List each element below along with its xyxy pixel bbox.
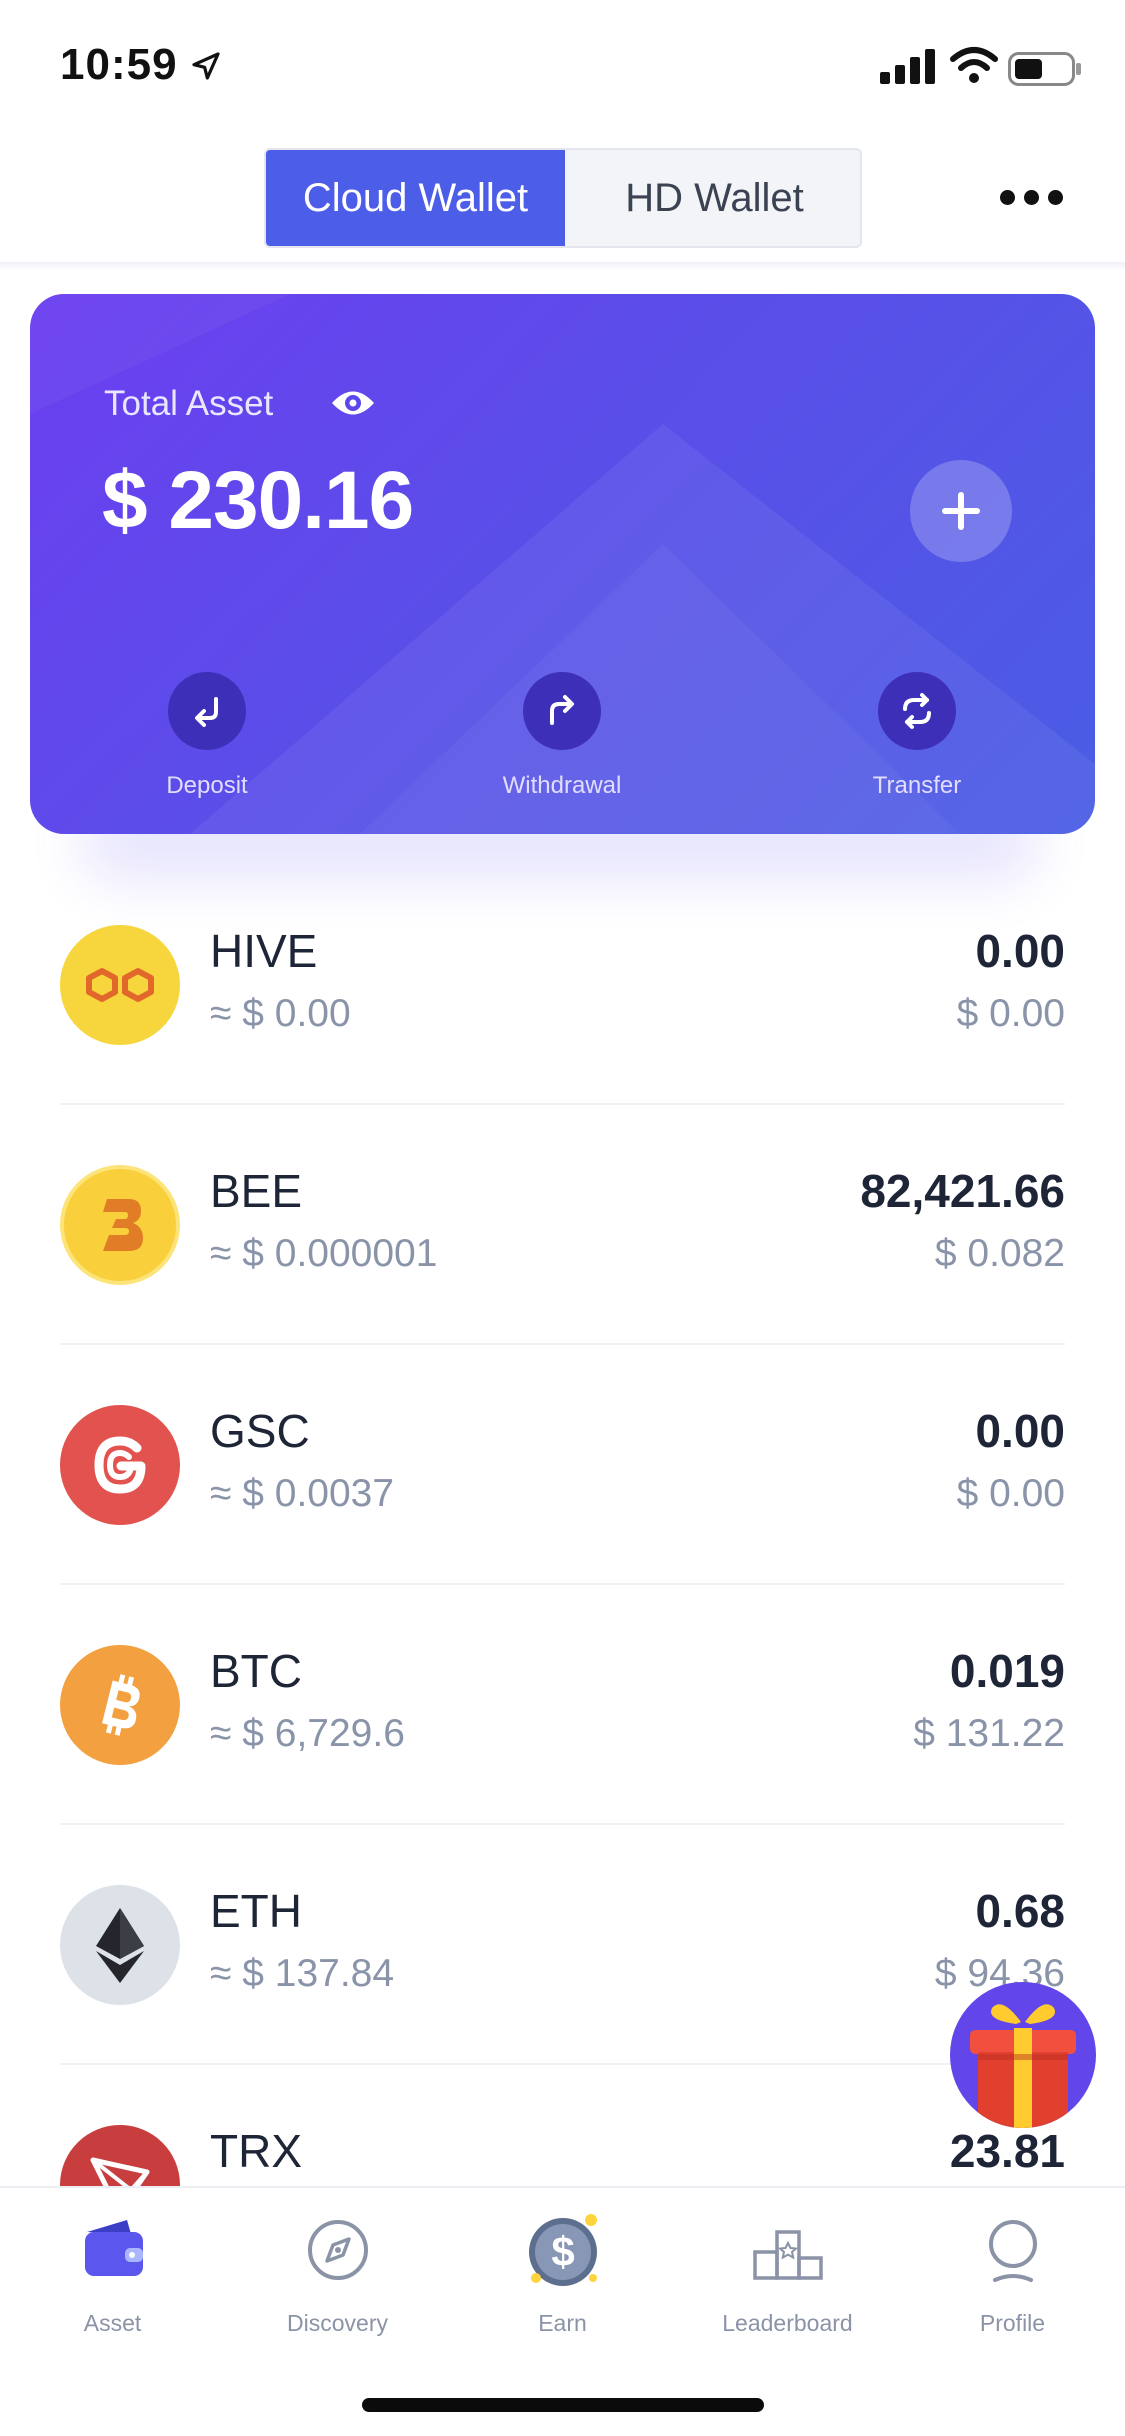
wifi-icon: [950, 47, 998, 83]
gift-box-icon: [970, 2004, 1076, 2128]
coin-value: $ 131.22: [913, 1712, 1065, 1755]
withdrawal-arrow-icon: [550, 695, 574, 725]
coin-symbol: ETH: [210, 1885, 302, 1937]
coin-row-hive[interactable]: HIVE ≈ $ 0.00 0.00 $ 0.00: [0, 880, 1125, 1120]
coin-price: ≈ $ 0.0037: [210, 1472, 395, 1515]
tab-label-profile: Profile: [979, 2310, 1046, 2336]
tab-profile[interactable]: Profile: [900, 2210, 1125, 2337]
coin-value: $ 0.082: [934, 1232, 1065, 1275]
transfer-button[interactable]: Transfer: [817, 672, 1017, 800]
coin-price: ≈ $ 137.84: [210, 1952, 395, 1995]
tab-label-asset: Asset: [83, 2310, 142, 2336]
dollar-coin-icon: $: [528, 2214, 597, 2286]
coin-row-btc[interactable]: BTC ≈ $ 6,729.6 0.019 $ 131.22: [0, 1600, 1125, 1840]
tab-leaderboard[interactable]: Leaderboard: [675, 2210, 900, 2337]
coin-symbol: BTC: [210, 1645, 302, 1697]
gift-button[interactable]: [950, 1982, 1096, 2128]
coin-amount: 0.00: [975, 925, 1065, 977]
hive-logo-icon: [60, 925, 180, 1045]
plus-icon: [942, 492, 980, 530]
tab-asset[interactable]: Asset: [0, 2210, 225, 2337]
compass-icon: [307, 2220, 368, 2280]
coin-price: ≈ $ 6,729.6: [210, 1712, 405, 1755]
row-divider: [60, 1583, 1065, 1585]
transfer-cycle-icon: [903, 693, 931, 729]
bee-logo-icon: [60, 1165, 180, 1285]
coin-amount: 0.019: [949, 1645, 1065, 1697]
row-divider: [60, 2063, 1065, 2065]
cellular-signal-icon: [880, 49, 935, 84]
ethereum-logo-icon: [60, 1885, 180, 2005]
header-divider: [0, 262, 1125, 270]
tab-label-discovery: Discovery: [287, 2310, 388, 2336]
bitcoin-logo-icon: [60, 1645, 180, 1765]
coin-symbol: HIVE: [210, 925, 318, 977]
coin-value: $ 0.00: [956, 992, 1065, 1035]
profile-icon: [988, 2220, 1037, 2282]
row-divider: [60, 1343, 1065, 1345]
total-asset-label: Total Asset: [104, 384, 274, 423]
deposit-arrow-icon: [195, 697, 218, 727]
coin-row-trx[interactable]: TRX 23.81: [0, 2080, 1125, 2186]
coin-symbol: BEE: [210, 1165, 303, 1217]
deposit-circle: [168, 672, 246, 750]
coin-amount: 82,421.66: [860, 1165, 1065, 1217]
wallet-segmented-control: Cloud Wallet HD Wallet: [264, 148, 862, 248]
deposit-button[interactable]: Deposit: [107, 672, 307, 800]
eye-icon[interactable]: [330, 386, 376, 420]
wallet-icon: [84, 2220, 143, 2276]
coin-price: ≈ $ 0.00: [210, 992, 351, 1035]
tab-label-earn: Earn: [538, 2310, 587, 2336]
transfer-label: Transfer: [872, 772, 962, 799]
more-dot-icon: [1023, 189, 1039, 205]
coin-price: ≈ $ 0.000001: [210, 1232, 438, 1275]
withdrawal-label: Withdrawal: [502, 772, 622, 799]
row-divider: [60, 1823, 1065, 1825]
more-dot-icon: [999, 189, 1015, 205]
deposit-label: Deposit: [166, 772, 248, 799]
coin-amount: 23.81: [949, 2125, 1065, 2177]
svg-text:$: $: [551, 2228, 574, 2275]
tab-discovery[interactable]: Discovery: [225, 2210, 450, 2337]
status-time: 10:59: [60, 40, 178, 89]
coin-row-bee[interactable]: BEE ≈ $ 0.000001 82,421.66 $ 0.082: [0, 1120, 1125, 1360]
total-asset-card: Total Asset $ 230.16 Deposit Withdrawal: [30, 294, 1095, 834]
gsc-logo-icon: [60, 1405, 180, 1525]
withdrawal-button[interactable]: Withdrawal: [462, 672, 662, 800]
coin-list: HIVE ≈ $ 0.00 0.00 $ 0.00 BEE ≈ $ 0.0000…: [0, 880, 1125, 2186]
more-dot-icon: [1047, 189, 1063, 205]
podium-icon: [752, 2230, 823, 2280]
transfer-circle: [878, 672, 956, 750]
coin-symbol: TRX: [210, 2125, 302, 2177]
total-asset-value: $ 230.16: [102, 455, 414, 546]
row-divider: [60, 1103, 1065, 1105]
tab-cloud-wallet[interactable]: Cloud Wallet: [266, 150, 565, 246]
battery-icon: [1008, 52, 1081, 86]
coin-amount: 0.00: [975, 1405, 1065, 1457]
coin-symbol: GSC: [210, 1405, 310, 1457]
tab-label-leaderboard: Leaderboard: [722, 2310, 853, 2336]
tron-logo-icon: [60, 2125, 180, 2186]
more-options-button[interactable]: [996, 182, 1066, 212]
home-indicator: [362, 2398, 764, 2412]
location-arrow-icon: [192, 52, 220, 80]
coin-row-gsc[interactable]: GSC ≈ $ 0.0037 0.00 $ 0.00: [0, 1360, 1125, 1600]
coin-amount: 0.68: [975, 1885, 1065, 1937]
tab-hd-wallet[interactable]: HD Wallet: [565, 150, 860, 246]
status-bar: 10:59: [0, 0, 1125, 140]
add-asset-button[interactable]: [910, 460, 1012, 562]
coin-value: $ 0.00: [956, 1472, 1065, 1515]
tab-earn[interactable]: $ Earn: [450, 2210, 675, 2337]
withdrawal-circle: [523, 672, 601, 750]
